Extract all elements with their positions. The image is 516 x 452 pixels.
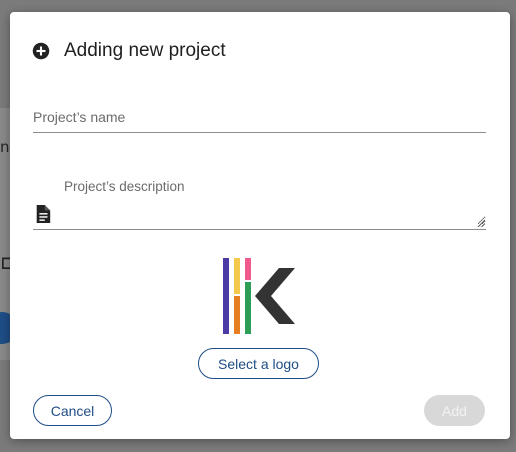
project-name-field (33, 104, 486, 133)
resize-handle-icon[interactable] (477, 219, 485, 227)
project-description-field: Project’s description (33, 179, 486, 230)
project-description-textarea[interactable] (63, 201, 486, 225)
dialog-header: Adding new project (32, 40, 226, 62)
dialog-title: Adding new project (64, 40, 226, 61)
project-name-input[interactable] (33, 104, 486, 130)
project-description-label: Project’s description (64, 179, 185, 194)
add-button[interactable]: Add (424, 395, 485, 426)
kanban-logo (223, 258, 295, 334)
document-icon (36, 205, 51, 223)
new-project-dialog: Adding new project Project’s description… (10, 12, 510, 439)
add-circle-icon (32, 42, 50, 60)
select-logo-button[interactable]: Select a logo (198, 348, 319, 379)
cancel-button[interactable]: Cancel (33, 395, 112, 426)
